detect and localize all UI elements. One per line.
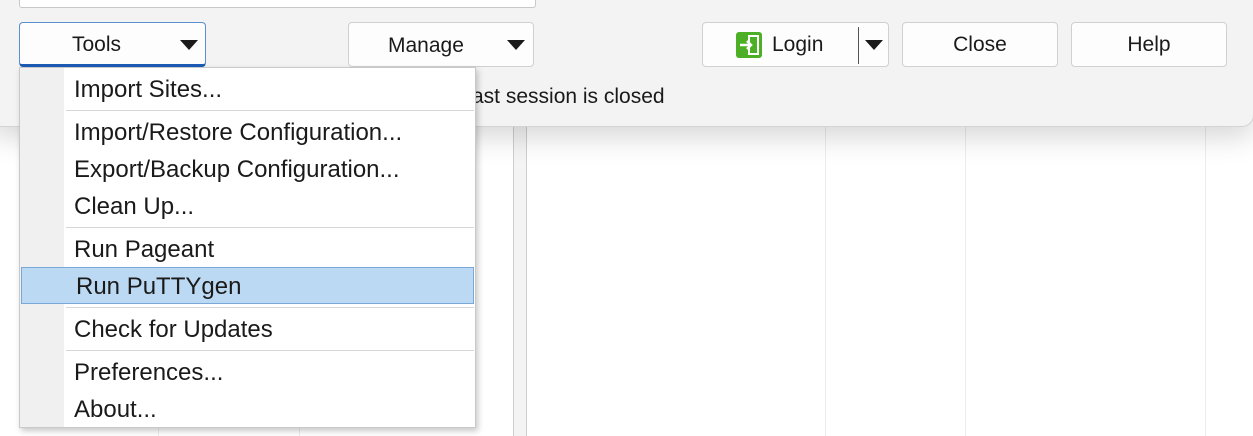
split-button-divider — [858, 27, 859, 64]
menu-item-export-backup-configuration[interactable]: Export/Backup Configuration... — [20, 151, 475, 188]
manage-button[interactable]: Manage — [348, 22, 534, 67]
manage-button-label: Manage — [388, 34, 464, 57]
menu-item-clean-up[interactable]: Clean Up... — [20, 188, 475, 225]
menu-item-check-for-updates[interactable]: Check for Updates — [20, 311, 475, 348]
menu-item-preferences[interactable]: Preferences... — [20, 354, 475, 391]
close-button-label: Close — [953, 32, 1007, 56]
tools-dropdown-menu: Import Sites... Import/Restore Configura… — [19, 67, 476, 428]
tools-button[interactable]: Tools — [19, 22, 206, 67]
login-button-label: Login — [772, 33, 824, 56]
menu-separator — [66, 110, 474, 111]
menu-separator — [66, 350, 474, 351]
login-button[interactable]: Login — [702, 22, 889, 67]
top-field[interactable] — [19, 0, 536, 8]
menu-item-run-pageant[interactable]: Run Pageant — [20, 231, 475, 268]
help-button[interactable]: Help — [1071, 22, 1227, 67]
pane-splitter[interactable] — [513, 125, 527, 436]
chevron-down-icon — [180, 40, 198, 50]
login-arrow-icon — [736, 32, 762, 58]
tools-button-label: Tools — [72, 33, 122, 56]
status-text: ast session is closed — [472, 85, 665, 108]
chevron-down-icon — [507, 40, 525, 50]
menu-item-about[interactable]: About... — [20, 391, 475, 428]
menu-separator — [66, 307, 474, 308]
menu-separator — [66, 227, 474, 228]
help-button-label: Help — [1127, 32, 1171, 56]
menu-item-import-restore-configuration[interactable]: Import/Restore Configuration... — [20, 114, 475, 151]
chevron-down-icon[interactable] — [865, 40, 883, 50]
menu-item-run-puttygen[interactable]: Run PuTTYgen — [21, 267, 474, 304]
menu-item-import-sites[interactable]: Import Sites... — [20, 71, 475, 108]
close-button[interactable]: Close — [902, 22, 1058, 67]
